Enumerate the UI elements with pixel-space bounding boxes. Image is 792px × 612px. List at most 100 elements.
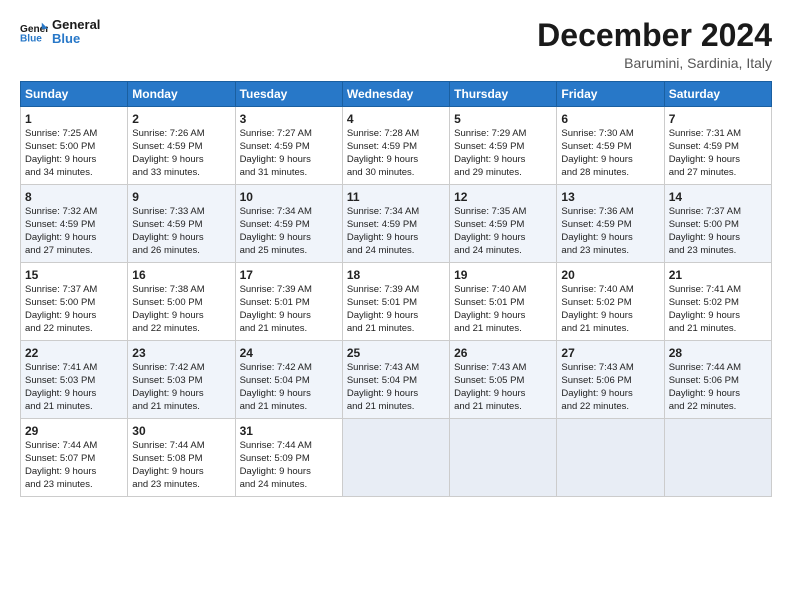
day-number: 29	[25, 423, 123, 439]
calendar-cell	[342, 419, 449, 497]
calendar-cell: 3Sunrise: 7:27 AMSunset: 4:59 PMDaylight…	[235, 107, 342, 185]
day-info-line: Daylight: 9 hours	[240, 388, 338, 401]
day-info-line: Sunrise: 7:39 AM	[240, 284, 338, 297]
header-friday: Friday	[557, 82, 664, 107]
day-info-line: Sunrise: 7:41 AM	[25, 362, 123, 375]
day-info-line: Daylight: 9 hours	[669, 310, 767, 323]
day-info-line: Daylight: 9 hours	[561, 388, 659, 401]
header-sunday: Sunday	[21, 82, 128, 107]
day-number: 26	[454, 345, 552, 361]
day-info-line: Sunrise: 7:30 AM	[561, 128, 659, 141]
day-number: 31	[240, 423, 338, 439]
day-number: 4	[347, 111, 445, 127]
day-info-line: Sunrise: 7:33 AM	[132, 206, 230, 219]
day-info-line: Sunset: 4:59 PM	[347, 141, 445, 154]
day-info-line: and 22 minutes.	[561, 401, 659, 414]
day-number: 3	[240, 111, 338, 127]
day-info-line: Daylight: 9 hours	[347, 154, 445, 167]
day-info-line: Sunset: 5:01 PM	[454, 297, 552, 310]
day-number: 9	[132, 189, 230, 205]
day-info-line: Sunset: 4:59 PM	[25, 219, 123, 232]
day-info-line: Daylight: 9 hours	[454, 154, 552, 167]
day-info-line: Daylight: 9 hours	[561, 232, 659, 245]
day-info-line: Sunrise: 7:28 AM	[347, 128, 445, 141]
title-block: December 2024 Barumini, Sardinia, Italy	[537, 18, 772, 71]
calendar-cell: 26Sunrise: 7:43 AMSunset: 5:05 PMDayligh…	[450, 341, 557, 419]
day-info-line: Sunrise: 7:25 AM	[25, 128, 123, 141]
calendar-cell: 14Sunrise: 7:37 AMSunset: 5:00 PMDayligh…	[664, 185, 771, 263]
day-info-line: and 30 minutes.	[347, 167, 445, 180]
calendar-cell: 21Sunrise: 7:41 AMSunset: 5:02 PMDayligh…	[664, 263, 771, 341]
day-info-line: and 24 minutes.	[240, 479, 338, 492]
day-info-line: Daylight: 9 hours	[347, 388, 445, 401]
day-number: 21	[669, 267, 767, 283]
calendar-cell: 27Sunrise: 7:43 AMSunset: 5:06 PMDayligh…	[557, 341, 664, 419]
day-info-line: Sunset: 5:01 PM	[347, 297, 445, 310]
calendar-cell: 20Sunrise: 7:40 AMSunset: 5:02 PMDayligh…	[557, 263, 664, 341]
day-info-line: Sunset: 4:59 PM	[561, 141, 659, 154]
calendar-week-row: 22Sunrise: 7:41 AMSunset: 5:03 PMDayligh…	[21, 341, 772, 419]
calendar-cell: 16Sunrise: 7:38 AMSunset: 5:00 PMDayligh…	[128, 263, 235, 341]
day-number: 13	[561, 189, 659, 205]
day-info-line: and 24 minutes.	[454, 245, 552, 258]
header-monday: Monday	[128, 82, 235, 107]
day-info-line: Sunset: 4:59 PM	[561, 219, 659, 232]
day-info-line: Daylight: 9 hours	[25, 154, 123, 167]
logo-text-general: General	[52, 18, 100, 32]
day-info-line: Sunrise: 7:40 AM	[561, 284, 659, 297]
calendar-cell	[664, 419, 771, 497]
day-info-line: Daylight: 9 hours	[669, 154, 767, 167]
day-info-line: Sunset: 5:03 PM	[132, 375, 230, 388]
day-info-line: Daylight: 9 hours	[240, 466, 338, 479]
calendar-cell: 13Sunrise: 7:36 AMSunset: 4:59 PMDayligh…	[557, 185, 664, 263]
day-info-line: Sunrise: 7:32 AM	[25, 206, 123, 219]
day-info-line: and 21 minutes.	[240, 323, 338, 336]
calendar-cell: 29Sunrise: 7:44 AMSunset: 5:07 PMDayligh…	[21, 419, 128, 497]
day-info-line: Sunset: 4:59 PM	[132, 141, 230, 154]
header-thursday: Thursday	[450, 82, 557, 107]
day-info-line: and 21 minutes.	[132, 401, 230, 414]
day-info-line: Sunset: 5:00 PM	[669, 219, 767, 232]
header-row: Sunday Monday Tuesday Wednesday Thursday…	[21, 82, 772, 107]
day-info-line: and 33 minutes.	[132, 167, 230, 180]
day-number: 1	[25, 111, 123, 127]
day-info-line: Daylight: 9 hours	[25, 388, 123, 401]
day-number: 25	[347, 345, 445, 361]
day-info-line: Sunrise: 7:41 AM	[669, 284, 767, 297]
day-info-line: Sunrise: 7:39 AM	[347, 284, 445, 297]
day-info-line: Sunset: 5:06 PM	[561, 375, 659, 388]
day-info-line: Sunset: 5:01 PM	[240, 297, 338, 310]
day-info-line: and 22 minutes.	[25, 323, 123, 336]
day-number: 18	[347, 267, 445, 283]
day-info-line: Daylight: 9 hours	[561, 310, 659, 323]
main-title: December 2024	[537, 18, 772, 53]
day-info-line: Sunset: 4:59 PM	[240, 219, 338, 232]
day-info-line: Daylight: 9 hours	[132, 466, 230, 479]
day-info-line: and 23 minutes.	[669, 245, 767, 258]
day-info-line: Sunset: 5:04 PM	[240, 375, 338, 388]
day-info-line: Sunset: 5:00 PM	[132, 297, 230, 310]
calendar-cell: 18Sunrise: 7:39 AMSunset: 5:01 PMDayligh…	[342, 263, 449, 341]
day-info-line: Daylight: 9 hours	[240, 310, 338, 323]
day-info-line: Sunrise: 7:42 AM	[240, 362, 338, 375]
day-info-line: Sunrise: 7:44 AM	[25, 440, 123, 453]
day-info-line: and 26 minutes.	[132, 245, 230, 258]
calendar-cell: 19Sunrise: 7:40 AMSunset: 5:01 PMDayligh…	[450, 263, 557, 341]
calendar-cell: 8Sunrise: 7:32 AMSunset: 4:59 PMDaylight…	[21, 185, 128, 263]
calendar-cell: 4Sunrise: 7:28 AMSunset: 4:59 PMDaylight…	[342, 107, 449, 185]
calendar-cell: 25Sunrise: 7:43 AMSunset: 5:04 PMDayligh…	[342, 341, 449, 419]
calendar-cell	[557, 419, 664, 497]
calendar-cell: 2Sunrise: 7:26 AMSunset: 4:59 PMDaylight…	[128, 107, 235, 185]
day-info-line: Sunrise: 7:31 AM	[669, 128, 767, 141]
page: General Blue General Blue December 2024 …	[0, 0, 792, 612]
day-info-line: Sunrise: 7:34 AM	[347, 206, 445, 219]
day-info-line: Daylight: 9 hours	[669, 232, 767, 245]
calendar-cell: 31Sunrise: 7:44 AMSunset: 5:09 PMDayligh…	[235, 419, 342, 497]
day-info-line: Sunset: 4:59 PM	[347, 219, 445, 232]
day-info-line: and 24 minutes.	[347, 245, 445, 258]
day-info-line: and 21 minutes.	[454, 323, 552, 336]
day-info-line: Sunrise: 7:43 AM	[454, 362, 552, 375]
day-number: 16	[132, 267, 230, 283]
day-info-line: Daylight: 9 hours	[454, 310, 552, 323]
calendar-cell: 7Sunrise: 7:31 AMSunset: 4:59 PMDaylight…	[664, 107, 771, 185]
